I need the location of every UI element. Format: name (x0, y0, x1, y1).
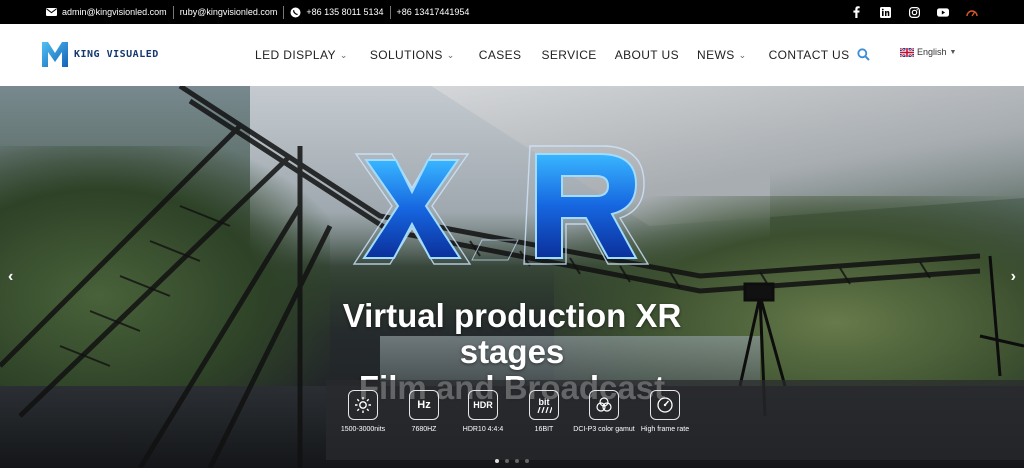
nav-menu: LED DISPLAY ⌄ SOLUTIONS ⌄ CASES SERVICE AB… (255, 24, 850, 86)
whatsapp-icon (290, 7, 301, 18)
hz-icon-text: Hz (417, 399, 431, 411)
contact-phone[interactable]: +86 13417441954 (397, 7, 470, 17)
phone-secondary[interactable]: +86 13417441954 (397, 7, 470, 17)
contact-whatsapp[interactable]: +86 135 8011 5134 (290, 7, 384, 18)
sun-icon (348, 390, 378, 420)
nav-item-about-us[interactable]: ABOUT US (615, 48, 679, 62)
contact-list: admin@kingvisionled.com ruby@kingvisionl… (46, 0, 469, 24)
feature-label: High frame rate (640, 426, 690, 433)
gauge-icon[interactable] (966, 6, 978, 18)
slider-dot[interactable] (525, 459, 529, 463)
search-button[interactable] (857, 48, 870, 66)
nav-label: CASES (478, 48, 522, 62)
slider-dot[interactable] (515, 459, 519, 463)
feature-hdr: HDR HDR10 4:4:4 (448, 390, 518, 434)
slider-pagination (495, 459, 529, 463)
logo-text: KING VISUALED (74, 48, 159, 60)
logo-mark-icon (42, 42, 68, 67)
hz-icon: Hz (409, 390, 439, 420)
contact-email[interactable]: admin@kingvisionled.com (46, 7, 167, 17)
nav-item-led-display[interactable]: LED DISPLAY ⌄ (255, 48, 348, 62)
phone-primary[interactable]: +86 135 8011 5134 (306, 7, 383, 17)
envelope-icon (46, 8, 57, 16)
feature-label: 1500-3000nits (340, 426, 386, 433)
search-icon (857, 48, 870, 61)
color-gamut-icon (589, 390, 619, 420)
divider (172, 5, 174, 19)
main-navigation: KING VISUALED LED DISPLAY ⌄ SOLUTIONS ⌄ CA… (0, 24, 1024, 86)
feature-strip: 1500-3000nits Hz 7680HZ HDR HDR10 4:4:4 … (326, 380, 1024, 460)
bit-icon: bit (529, 390, 559, 420)
nav-item-contact-us[interactable]: CONTACT US (769, 48, 850, 62)
caret-down-icon: ▼ (949, 48, 957, 56)
language-selector[interactable]: English ▼ (900, 47, 956, 57)
feature-brightness: 1500-3000nits (328, 390, 398, 434)
nav-item-solutions[interactable]: SOLUTIONS ⌄ (370, 48, 455, 62)
chevron-down-icon: ⌄ (446, 49, 455, 60)
linkedin-icon[interactable] (879, 6, 891, 18)
nav-label: NEWS (697, 48, 735, 62)
nav-label: ABOUT US (614, 48, 680, 62)
email-secondary[interactable]: ruby@kingvisionled.com (180, 7, 278, 17)
chevron-down-icon: ⌄ (339, 49, 348, 60)
divider (283, 5, 285, 19)
divider (389, 5, 391, 19)
slider-prev-button[interactable]: ‹ (8, 268, 13, 286)
xr-logo-text: XR (501, 273, 503, 275)
contact-email-secondary[interactable]: ruby@kingvisionled.com (180, 7, 278, 17)
feature-color-gamut: DCI-P3 color gamut (569, 390, 639, 434)
nav-label: SOLUTIONS (369, 48, 443, 62)
feature-frame-rate: High frame rate (630, 390, 700, 434)
slider-dot[interactable] (505, 459, 509, 463)
feature-label: 16BIT (534, 426, 554, 433)
slider-dot[interactable] (495, 459, 499, 463)
social-links (850, 0, 978, 24)
nav-item-news[interactable]: NEWS ⌄ (697, 48, 747, 62)
hdr-icon-text: HDR (473, 400, 493, 410)
hdr-icon: HDR (468, 390, 498, 420)
facebook-icon[interactable] (850, 6, 862, 18)
feature-label: 7680HZ (411, 426, 437, 433)
chevron-left-icon: ‹ (8, 268, 14, 285)
nav-item-cases[interactable]: CASES (479, 48, 522, 62)
uk-flag-icon (900, 47, 914, 57)
nav-label: LED DISPLAY (255, 48, 336, 62)
hero-slider: XR Virtual production XR stages Film and… (0, 86, 1024, 468)
chevron-down-icon: ⌄ (738, 49, 747, 60)
email-primary[interactable]: admin@kingvisionled.com (62, 7, 167, 17)
hero-title-line-1: Virtual production XR stages (342, 297, 682, 370)
nav-label: CONTACT US (768, 48, 850, 62)
xr-logo: XR (352, 145, 650, 275)
bit-icon-text: bit (538, 396, 550, 407)
top-contact-bar: admin@kingvisionled.com ruby@kingvisionl… (0, 0, 1024, 24)
instagram-icon[interactable] (908, 6, 920, 18)
feature-label: HDR10 4:4:4 (462, 426, 504, 433)
nav-label: SERVICE (541, 48, 597, 62)
feature-label: DCI-P3 color gamut (573, 426, 635, 433)
slider-next-button[interactable]: › (1011, 268, 1016, 286)
language-label: English (917, 47, 947, 57)
site-logo[interactable]: KING VISUALED (40, 39, 159, 69)
speedometer-icon (650, 390, 680, 420)
nav-item-service[interactable]: SERVICE (541, 48, 596, 62)
youtube-icon[interactable] (937, 6, 949, 18)
chevron-right-icon: › (1010, 268, 1016, 285)
